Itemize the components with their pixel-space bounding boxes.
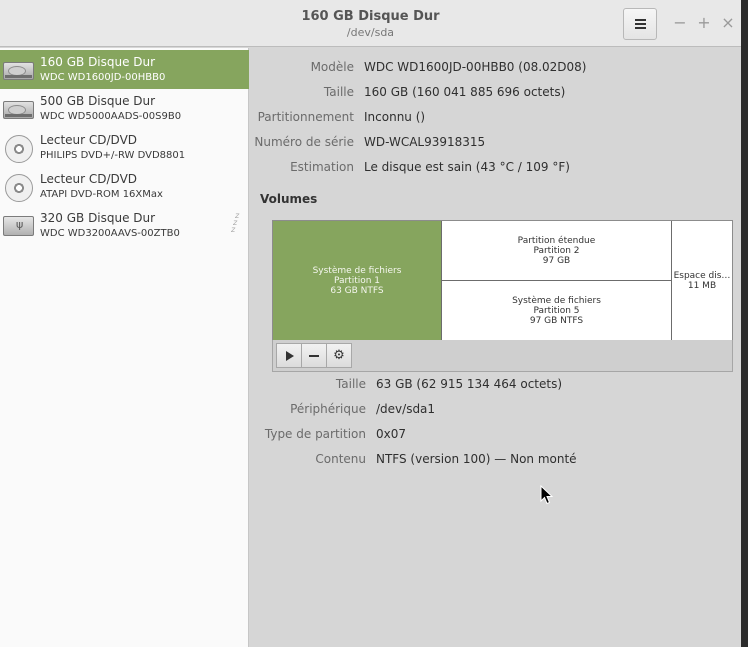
close-button[interactable]: × — [718, 12, 738, 34]
size-value: 160 GB (160 041 885 696 octets) — [364, 85, 566, 99]
contents-label: Contenu — [315, 452, 366, 466]
drive-name: 160 GB Disque Dur — [40, 55, 156, 69]
partition-settings-button[interactable]: ⚙ — [326, 343, 352, 368]
model-value: WDC WD1600JD-00HBB0 (08.02D08) — [364, 60, 587, 74]
volumes-heading: Volumes — [260, 192, 318, 206]
drive-model: ATAPI DVD-ROM 16XMax — [40, 189, 163, 200]
optical-disc-icon — [3, 174, 34, 202]
serial-value: WD-WCAL93918315 — [364, 135, 486, 149]
disks-window: 160 GB Disque Dur /dev/sda − + × 160 GB … — [0, 0, 741, 647]
hard-disk-icon — [3, 57, 34, 83]
model-label: Modèle — [310, 60, 354, 74]
drive-menu-button[interactable] — [623, 8, 657, 40]
contents-value: NTFS (version 100) — Non monté — [376, 452, 577, 466]
drive-item-160gb[interactable]: 160 GB Disque Dur WDC WD1600JD-00HBB0 — [0, 50, 249, 89]
minimize-button[interactable]: − — [670, 12, 690, 34]
partition-type-value: 0x07 — [376, 427, 407, 441]
hard-disk-icon — [3, 96, 34, 122]
volume-size: 11 MB — [687, 280, 717, 291]
desktop-background — [741, 0, 748, 647]
drive-model: PHILIPS DVD+/-RW DVD8801 — [40, 150, 186, 161]
device-label: Périphérique — [290, 402, 366, 416]
hamburger-menu-icon — [634, 19, 646, 29]
drive-item-500gb[interactable]: 500 GB Disque Dur WDC WD5000AADS-00S9B0 — [0, 89, 249, 128]
volume-partition-1[interactable]: Système de fichiers Partition 1 63 GB NT… — [273, 221, 442, 340]
volume-size: 97 GB — [542, 255, 571, 266]
drive-name: Lecteur CD/DVD — [40, 172, 138, 186]
volume-partition-5[interactable]: Système de fichiers Partition 5 97 GB NT… — [442, 281, 672, 340]
drive-name: Lecteur CD/DVD — [40, 133, 138, 147]
volume-extended-partition-2[interactable]: Partition étendue Partition 2 97 GB — [442, 221, 672, 281]
volume-label: Espace dis… — [673, 270, 731, 281]
drive-name: 500 GB Disque Dur — [40, 94, 156, 108]
optical-disc-icon — [3, 135, 34, 163]
volume-partition-name: Partition 5 — [533, 305, 580, 316]
volume-size: 63 GB NTFS — [330, 285, 384, 296]
sleeping-icon: zzz — [231, 211, 240, 234]
drive-item-320gb[interactable]: ψ 320 GB Disque Dur WDC WD3200AAVS-00ZTB… — [0, 206, 249, 245]
assessment-value: Le disque est sain (43 °C / 109 °F) — [364, 160, 570, 174]
partitioning-value: Inconnu () — [364, 110, 426, 124]
drive-name: 320 GB Disque Dur — [40, 211, 156, 225]
volume-label: Partition étendue — [517, 235, 596, 246]
partitioning-label: Partitionnement — [257, 110, 354, 124]
volume-size-label: Taille — [335, 377, 366, 391]
serial-label: Numéro de série — [254, 135, 354, 149]
drive-item-cd-dvd-philips[interactable]: Lecteur CD/DVD PHILIPS DVD+/-RW DVD8801 — [0, 128, 249, 167]
size-label: Taille — [323, 85, 354, 99]
mount-button[interactable] — [276, 343, 302, 368]
gear-icon: ⚙ — [333, 348, 345, 363]
minus-icon — [309, 354, 319, 357]
volume-map: Système de fichiers Partition 1 63 GB NT… — [272, 220, 733, 341]
volume-partition-name: Partition 1 — [333, 275, 381, 286]
assessment-label: Estimation — [290, 160, 354, 174]
header-bar: 160 GB Disque Dur /dev/sda − + × — [0, 0, 741, 47]
mouse-cursor-icon — [540, 485, 554, 505]
volume-free-space[interactable]: Espace dis… 11 MB — [672, 221, 732, 340]
volume-size: 97 GB NTFS — [529, 315, 584, 326]
volume-label: Système de fichiers — [312, 265, 402, 276]
usb-drive-icon: ψ — [3, 213, 34, 239]
drive-list-sidebar: 160 GB Disque Dur WDC WD1600JD-00HBB0 50… — [0, 48, 249, 647]
drive-details-pane: Modèle WDC WD1600JD-00HBB0 (08.02D08) Ta… — [250, 48, 741, 647]
device-value: /dev/sda1 — [376, 402, 436, 416]
volume-partition-name: Partition 2 — [533, 245, 580, 256]
volume-label: Système de fichiers — [512, 295, 601, 306]
drive-model: WDC WD5000AADS-00S9B0 — [40, 111, 182, 122]
delete-partition-button[interactable] — [301, 343, 327, 368]
volume-toolbar: ⚙ — [272, 340, 733, 372]
volume-size-value: 63 GB (62 915 134 464 octets) — [376, 377, 563, 391]
partition-type-label: Type de partition — [264, 427, 366, 441]
drive-model: WDC WD1600JD-00HBB0 — [40, 72, 166, 83]
drive-item-cd-dvd-atapi[interactable]: Lecteur CD/DVD ATAPI DVD-ROM 16XMax — [0, 167, 249, 206]
play-icon — [286, 350, 294, 361]
drive-model: WDC WD3200AAVS-00ZTB0 — [40, 228, 180, 239]
maximize-button[interactable]: + — [694, 12, 714, 34]
